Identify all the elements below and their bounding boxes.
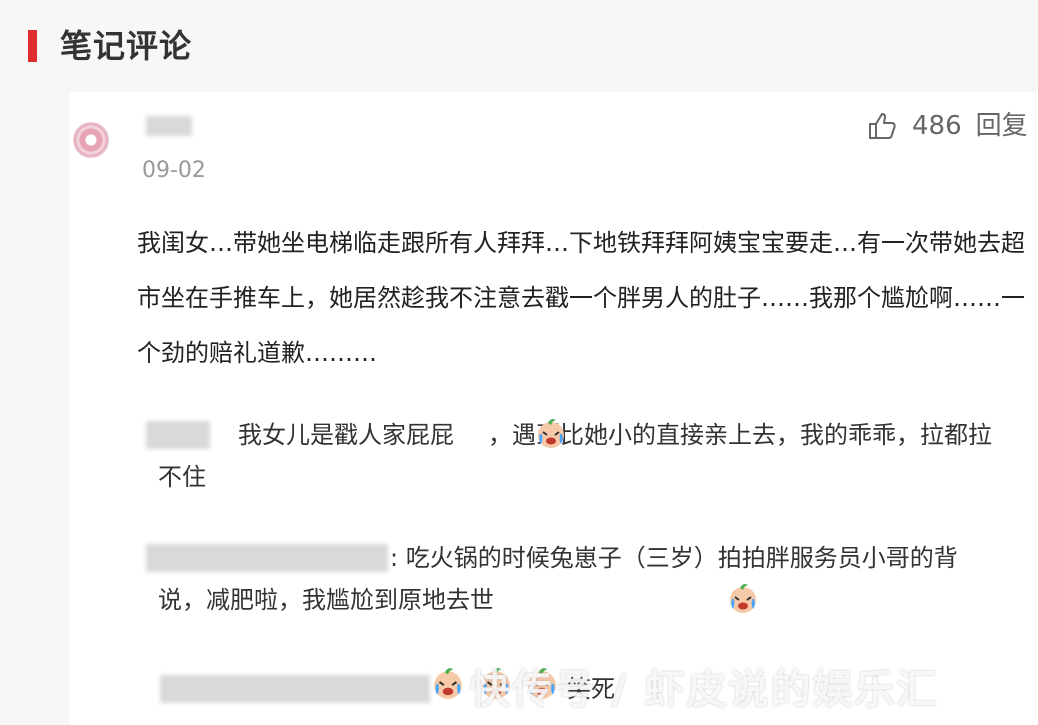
avatar[interactable] (73, 122, 109, 158)
comment-text: 我闺女…带她坐电梯临走跟所有人拜拜…下地铁拜拜阿姨宝宝要走…有一次带她去超市坐在… (137, 229, 1025, 367)
username-blurred[interactable] (146, 116, 192, 136)
reply-text: : 吃火锅的时候兔崽子（三岁）拍拍胖服务员小哥的背说，减肥啦，我尴尬到原地去世 (158, 544, 958, 614)
section-title: 笔记评论 (60, 27, 193, 65)
reply-button[interactable]: 回复 (976, 108, 1028, 144)
section-header: 笔记评论 (0, 0, 1038, 92)
comment-actions: 486 回复 (866, 108, 1028, 144)
comment-card (70, 92, 1038, 725)
reply-text: 我女儿是戳人家屁屁 (238, 421, 454, 449)
comment-date: 09-02 (142, 158, 206, 183)
thumbs-up-icon[interactable] (866, 110, 898, 142)
watermark: 快传号 / 虾皮说的娱乐汇 (470, 667, 939, 713)
reply-item: : 吃火锅的时候兔崽子（三岁）拍拍胖服务员小哥的背说，减肥啦，我尴尬到原地去世 (158, 537, 998, 621)
reply-item: 我女儿是戳人家屁屁 ，遇到比她小的直接亲上去，我的乖乖，拉都拉不住 (158, 414, 998, 498)
crying-laugh-emoji-icon (454, 417, 564, 449)
like-count: 486 (912, 111, 962, 141)
crying-laugh-emoji-icon (434, 668, 462, 699)
title-accent-bar (28, 30, 37, 62)
crying-laugh-emoji-icon (494, 582, 756, 614)
reply-username-blurred[interactable] (160, 675, 430, 703)
